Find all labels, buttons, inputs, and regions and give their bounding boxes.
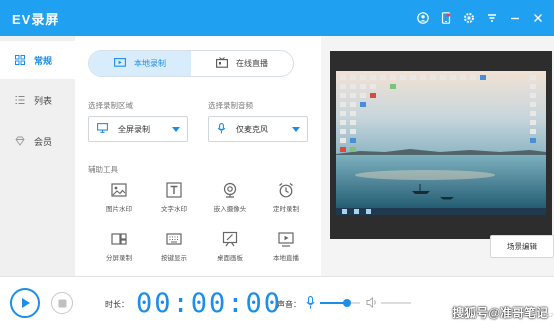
- tool-label: 分屏录制: [106, 255, 132, 262]
- menu-icon[interactable]: [484, 10, 500, 26]
- duration-timer: 00:00:00: [136, 288, 283, 319]
- sidebar: 常规 列表 会员: [0, 36, 75, 276]
- record-area-select[interactable]: 全屏录制: [88, 116, 188, 142]
- alarm-clock-icon: [279, 183, 293, 198]
- tool-label: 文字水印: [161, 206, 187, 213]
- volume-label: 声音：: [277, 300, 301, 309]
- live-screen-icon: [278, 232, 294, 247]
- stop-icon: [58, 299, 66, 307]
- mic-volume-slider[interactable]: [320, 299, 360, 307]
- microphone-icon[interactable]: [306, 296, 315, 311]
- chevron-down-icon: [292, 127, 300, 132]
- keyboard-icon: [166, 233, 182, 245]
- chevron-down-icon: [172, 127, 180, 132]
- text-icon: [166, 182, 182, 198]
- mode-switch: 本地录制 在线直播: [88, 50, 294, 77]
- tool-label: 图片水印: [106, 206, 132, 213]
- record-audio-label: 选择录制音频: [208, 101, 253, 110]
- tool-local-live[interactable]: 本地直播: [261, 231, 311, 262]
- tool-image-watermark[interactable]: 图片水印: [94, 182, 144, 213]
- tool-label: 按键显示: [161, 255, 187, 262]
- tool-label: 本地直播: [273, 255, 299, 262]
- record-area-label: 选择录制区域: [88, 101, 133, 110]
- start-record-button[interactable]: [10, 288, 40, 318]
- tool-label: 定时录制: [273, 206, 299, 213]
- tools-label: 辅助工具: [88, 165, 118, 174]
- diamond-icon: [14, 135, 26, 147]
- user-icon[interactable]: [415, 10, 431, 26]
- record-area-value: 全屏录制: [118, 124, 150, 134]
- tool-label: 嵌入摄像头: [213, 206, 247, 213]
- record-screen-icon: [114, 57, 126, 70]
- close-icon[interactable]: [530, 10, 546, 26]
- microphone-icon: [217, 122, 226, 136]
- app-title: EV录屏: [12, 12, 60, 27]
- sidebar-item-label: 常规: [34, 55, 53, 66]
- play-icon: [22, 298, 30, 308]
- phone-icon[interactable]: [438, 10, 454, 26]
- tool-label: 桌面画板: [217, 255, 243, 262]
- webcam-icon: [223, 182, 237, 198]
- preview-screen: [330, 51, 552, 239]
- watermark-text: 搜狐号@准哥笔记: [452, 306, 548, 320]
- tool-scheduled-record[interactable]: 定时录制: [261, 182, 311, 213]
- sidebar-item-list[interactable]: 列表: [0, 81, 75, 119]
- monitor-icon: [97, 123, 108, 135]
- sidebar-item-label: 会员: [34, 136, 53, 147]
- settings-icon[interactable]: [461, 10, 477, 26]
- live-tv-icon: [216, 57, 228, 70]
- record-audio-value: 仅麦克风: [236, 124, 268, 134]
- list-icon: [14, 94, 26, 106]
- tool-desktop-drawing[interactable]: 桌面画板: [205, 231, 255, 262]
- control-bar: 时长： 00:00:00 声音： 搜狐号@准哥笔记 4.0.2: [0, 276, 554, 328]
- drawing-board-icon: [222, 231, 238, 247]
- tool-key-display[interactable]: 按键显示: [149, 231, 199, 262]
- tool-text-watermark[interactable]: 文字水印: [149, 182, 199, 213]
- speaker-icon[interactable]: [366, 296, 378, 310]
- tab-local-record[interactable]: 本地录制: [89, 51, 191, 76]
- preview-panel: 场景编辑: [321, 36, 554, 276]
- sidebar-item-vip[interactable]: 会员: [0, 122, 75, 160]
- grid-icon: [14, 54, 26, 66]
- stop-record-button[interactable]: [51, 292, 73, 314]
- sidebar-item-label: 列表: [34, 95, 53, 106]
- duration-label: 时长：: [105, 300, 129, 309]
- record-audio-select[interactable]: 仅麦克风: [208, 116, 308, 142]
- sidebar-item-general[interactable]: 常规: [0, 41, 75, 79]
- tab-label: 本地录制: [134, 59, 166, 68]
- scene-edit-button[interactable]: 场景编辑: [490, 235, 554, 258]
- tab-live-stream[interactable]: 在线直播: [191, 51, 293, 76]
- mic-volume-handle[interactable]: [343, 299, 352, 307]
- settings-panel: 本地录制 在线直播 选择录制区域 全屏录制 选择录制音频 仅麦克风 辅助工具 图…: [75, 36, 321, 276]
- minimize-icon[interactable]: [507, 10, 523, 26]
- tab-label: 在线直播: [236, 59, 268, 68]
- image-icon: [111, 183, 127, 197]
- desktop-preview-image: [330, 51, 552, 239]
- split-screen-icon: [111, 233, 127, 245]
- version-text: 4.0.2: [541, 313, 553, 319]
- title-bar: EV录屏: [0, 0, 554, 36]
- tool-split-screen[interactable]: 分屏录制: [94, 231, 144, 262]
- speaker-volume-slider[interactable]: [381, 302, 411, 304]
- tool-embed-camera[interactable]: 嵌入摄像头: [205, 182, 255, 213]
